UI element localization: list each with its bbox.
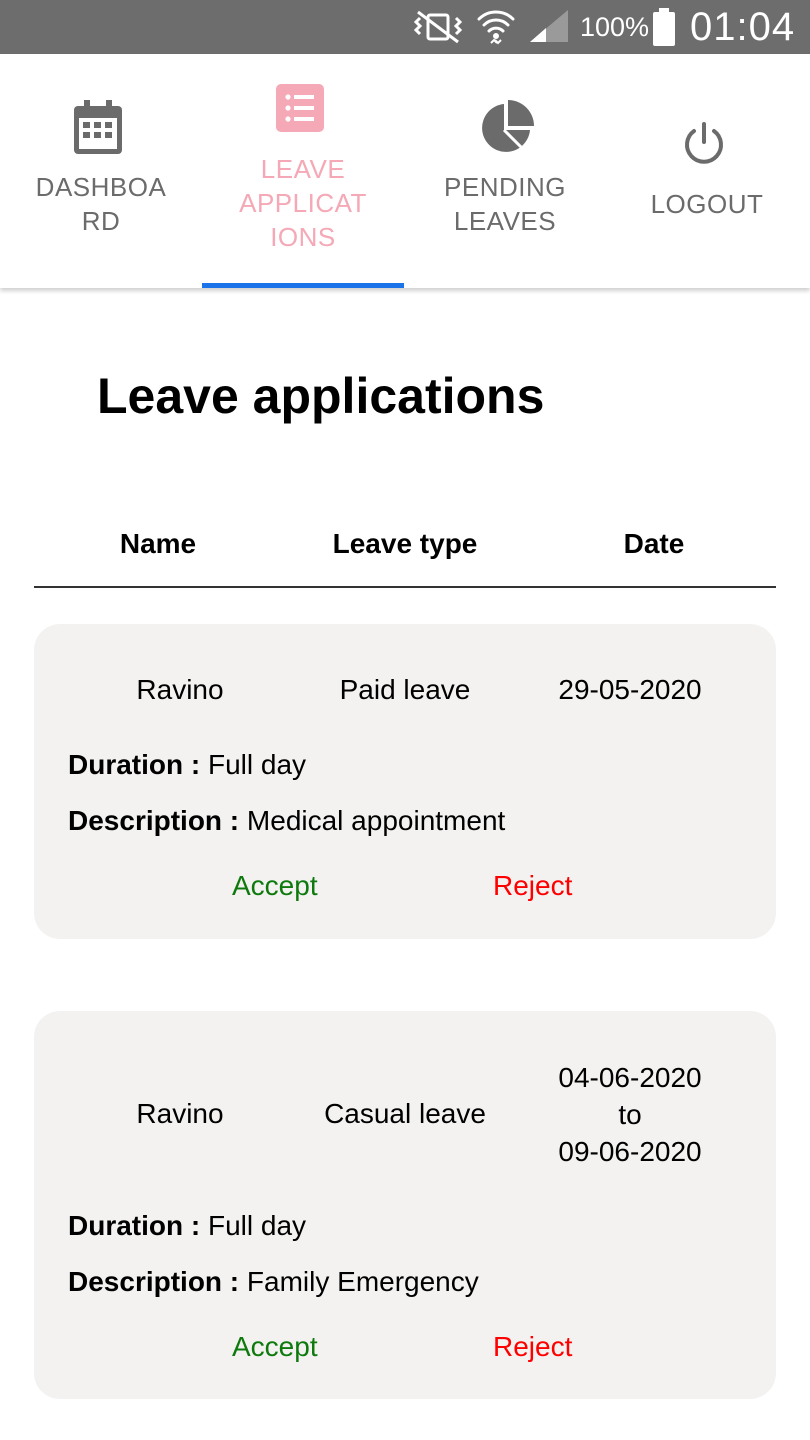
- duration-row: Duration : Full day: [68, 1208, 306, 1244]
- leave-application-card: Ravino Paid leave 29-05-2020 Duration : …: [34, 624, 776, 939]
- tab-bar: DASHBOA RD LEAVE APPLICAT IONS PENDING L…: [0, 54, 810, 288]
- leave-type: Paid leave: [339, 674, 471, 705]
- applicant-name: Ravino: [136, 674, 224, 705]
- column-header-leave-type: Leave type: [332, 528, 478, 559]
- accept-button[interactable]: Accept: [232, 868, 318, 904]
- leave-application-card: Ravino Casual leave 04-06-2020 to 09-06-…: [34, 1011, 776, 1399]
- duration-row: Duration : Full day: [68, 747, 306, 783]
- leave-date: 29-05-2020: [558, 674, 702, 705]
- clock: 01:04: [690, 5, 796, 49]
- tab-pending-leaves[interactable]: PENDING LEAVES: [404, 54, 606, 288]
- column-header-name: Name: [119, 528, 197, 559]
- power-icon: [685, 122, 723, 164]
- leave-date-to: 09-06-2020: [558, 1136, 702, 1167]
- description-row: Description : Family Emergency: [68, 1264, 479, 1300]
- duration-label: Duration :: [68, 1210, 201, 1241]
- reject-button[interactable]: Reject: [493, 868, 572, 904]
- duration-value: Full day: [208, 1210, 307, 1241]
- tab-logout[interactable]: LOGOUT: [606, 54, 808, 288]
- wifi-icon: [477, 10, 515, 45]
- tab-pending-leaves-label: PENDING LEAVES: [444, 172, 566, 236]
- accept-button[interactable]: Accept: [232, 1329, 318, 1365]
- column-header-date: Date: [623, 528, 685, 559]
- description-value: Medical appointment: [246, 805, 506, 836]
- description-label: Description :: [68, 805, 240, 836]
- applicant-name: Ravino: [136, 1098, 224, 1129]
- tab-logout-label: LOGOUT: [650, 189, 764, 219]
- leave-date-to-word: to: [618, 1099, 642, 1130]
- active-tab-indicator: [202, 283, 404, 288]
- leave-type: Casual leave: [324, 1098, 486, 1129]
- tab-leave-applications[interactable]: LEAVE APPLICAT IONS: [202, 54, 404, 288]
- pie-chart-icon: [482, 100, 534, 152]
- vibrate-mute-icon: [413, 10, 463, 44]
- description-label: Description :: [68, 1266, 240, 1297]
- battery-percent: 100%: [580, 12, 650, 42]
- battery-icon: [653, 8, 675, 46]
- page-title: Leave applications: [97, 368, 545, 424]
- tab-leave-applications-label: LEAVE APPLICAT IONS: [239, 154, 367, 252]
- description-row: Description : Medical appointment: [68, 803, 505, 839]
- status-bar: 100% 01:04: [0, 0, 810, 54]
- description-value: Family Emergency: [246, 1266, 479, 1297]
- leave-date-range: 04-06-2020 to 09-06-2020: [530, 1059, 730, 1170]
- duration-value: Full day: [208, 749, 307, 780]
- calendar-icon: [74, 100, 122, 154]
- list-icon: [276, 84, 324, 132]
- signal-icon: [530, 10, 568, 42]
- duration-label: Duration :: [68, 749, 201, 780]
- table-header: Name Leave type Date: [34, 526, 776, 588]
- reject-button[interactable]: Reject: [493, 1329, 572, 1365]
- tab-dashboard-label: DASHBOA RD: [35, 172, 167, 236]
- leave-date-from: 04-06-2020: [558, 1062, 702, 1093]
- tab-dashboard[interactable]: DASHBOA RD: [0, 54, 202, 288]
